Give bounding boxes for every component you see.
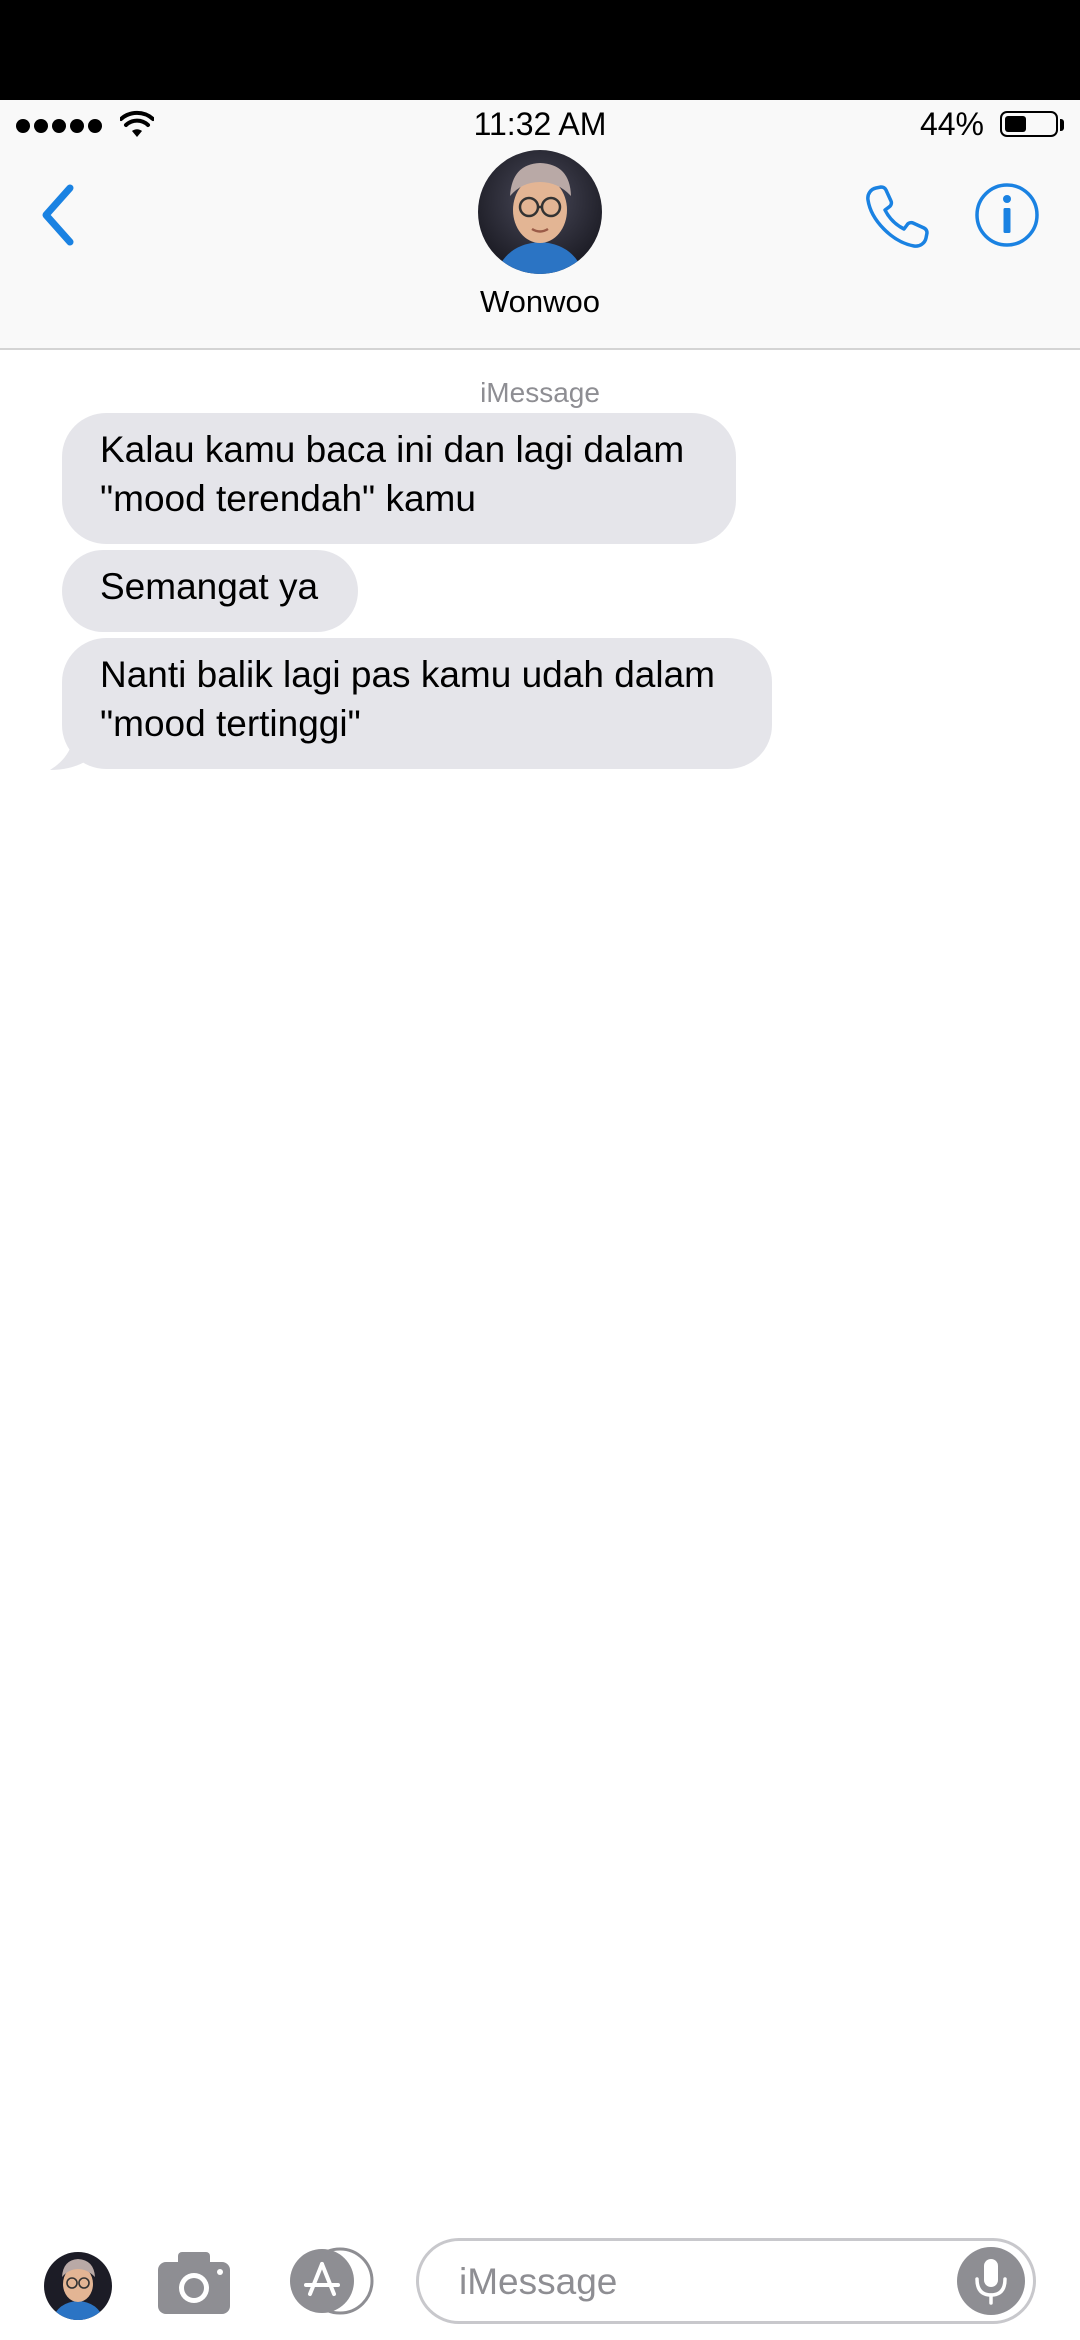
conversation-header: Wonwoo	[0, 150, 1080, 350]
microphone-button[interactable]	[957, 2247, 1025, 2315]
message-input-field[interactable]	[416, 2238, 1036, 2324]
message-bubble-incoming[interactable]: Semangat ya	[62, 550, 358, 632]
compose-bar	[0, 2220, 1080, 2340]
contact-name[interactable]: Wonwoo	[0, 284, 1080, 320]
battery-nub	[1060, 119, 1064, 131]
message-bubble-incoming[interactable]: Nanti balik lagi pas kamu udah dalam "mo…	[62, 638, 772, 769]
microphone-icon	[975, 2259, 1007, 2305]
battery-level-fill	[1005, 116, 1026, 132]
status-time: 11:32 AM	[473, 106, 607, 142]
top-black-bar	[0, 0, 1080, 100]
service-label: iMessage	[480, 377, 600, 408]
battery-icon	[1000, 111, 1058, 137]
camera-icon[interactable]	[156, 2248, 232, 2316]
battery-percentage: 44%	[919, 106, 984, 142]
status-bar: 11:32 AM 44%	[0, 100, 1080, 150]
contact-avatar[interactable]	[478, 150, 602, 274]
phone-icon[interactable]	[860, 180, 934, 254]
app-store-icon[interactable]	[282, 2246, 374, 2316]
info-icon[interactable]	[972, 180, 1042, 250]
message-input[interactable]	[457, 2253, 941, 2311]
memoji-avatar-button[interactable]	[44, 2252, 112, 2320]
chevron-left-icon[interactable]	[36, 180, 86, 250]
message-bubble-incoming[interactable]: Kalau kamu baca ini dan lagi dalam "mood…	[62, 413, 736, 544]
